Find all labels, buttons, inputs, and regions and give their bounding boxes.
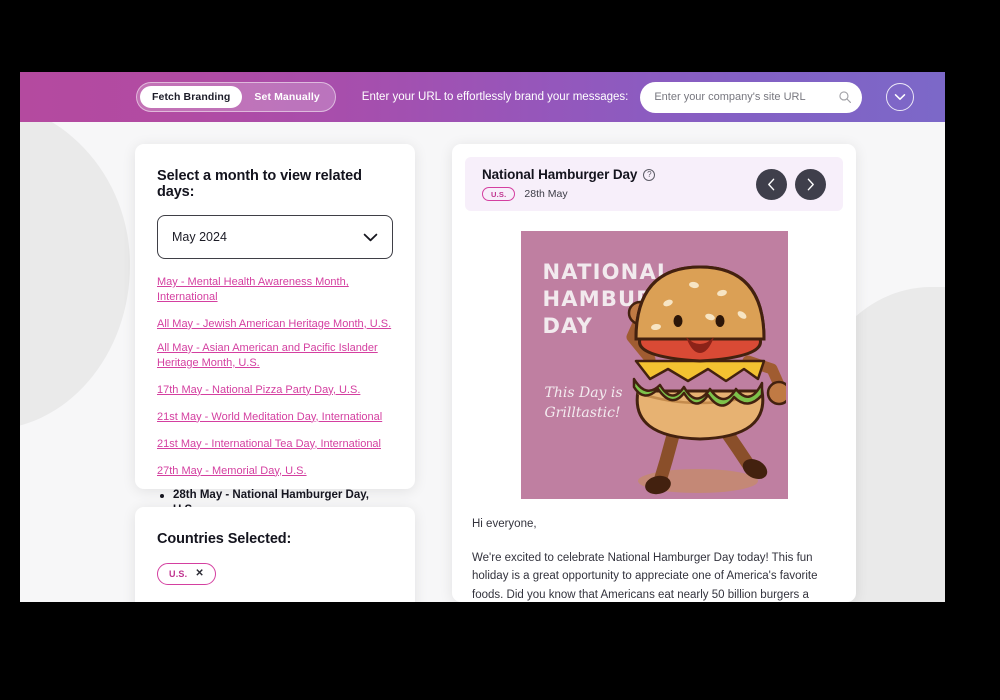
day-detail-panel: National Hamburger Day ? U.S. 28th May	[452, 144, 856, 602]
month-selector-panel: Select a month to view related days: May…	[135, 144, 415, 489]
app-viewport: Fetch Branding Set Manually Enter your U…	[20, 72, 945, 602]
month-select[interactable]: May 2024	[157, 215, 393, 259]
day-detail-title-row: National Hamburger Day ?	[482, 167, 756, 182]
hamburger-character-icon	[616, 241, 786, 499]
branding-prompt-text: Enter your URL to effortlessly brand you…	[362, 91, 629, 103]
chevron-down-icon	[894, 93, 906, 101]
day-link[interactable]: 21st May - World Meditation Day, Interna…	[157, 410, 382, 425]
day-navigation	[756, 169, 826, 200]
countries-selected-panel: Countries Selected: U.S. ✕	[135, 507, 415, 602]
day-illustration: NATIONALHAMBURGERDAY This Day isGrilltas…	[521, 231, 788, 499]
illustration-tagline: This Day isGrilltastic!	[545, 383, 623, 424]
list-item[interactable]: 21st May - World Meditation Day, Interna…	[157, 407, 393, 425]
next-day-button[interactable]	[795, 169, 826, 200]
previous-day-button[interactable]	[756, 169, 787, 200]
day-link[interactable]: All May - Asian American and Pacific Isl…	[157, 341, 393, 371]
country-chip-us[interactable]: U.S. ✕	[157, 563, 216, 585]
chevron-left-icon	[767, 178, 776, 191]
day-detail-date: 28th May	[524, 188, 567, 200]
collapse-toolbar-button[interactable]	[886, 83, 914, 111]
set-manually-button[interactable]: Set Manually	[242, 86, 331, 108]
related-days-list: May - Mental Health Awareness Month, Int…	[157, 275, 393, 519]
countries-panel-title: Countries Selected:	[157, 531, 393, 547]
close-icon[interactable]: ✕	[195, 569, 203, 579]
day-link[interactable]: May - Mental Health Awareness Month, Int…	[157, 275, 393, 305]
list-item[interactable]: All May - Asian American and Pacific Isl…	[157, 341, 393, 371]
month-panel-title: Select a month to view related days:	[157, 168, 393, 200]
list-item[interactable]: May - Mental Health Awareness Month, Int…	[157, 275, 393, 305]
day-link[interactable]: 17th May - National Pizza Party Day, U.S…	[157, 383, 360, 398]
bullet-icon	[160, 494, 164, 498]
list-item[interactable]: 17th May - National Pizza Party Day, U.S…	[157, 380, 393, 398]
branding-toolbar: Fetch Branding Set Manually Enter your U…	[20, 72, 945, 122]
day-link[interactable]: 27th May - Memorial Day, U.S.	[157, 464, 307, 479]
day-detail-header-text: National Hamburger Day ? U.S. 28th May	[482, 167, 756, 201]
chevron-right-icon	[806, 178, 815, 191]
search-icon[interactable]	[838, 90, 852, 104]
page-title: National Hamburger Day	[482, 167, 637, 182]
body-paragraph: We're excited to celebrate National Hamb…	[472, 549, 836, 602]
fetch-branding-button[interactable]: Fetch Branding	[140, 86, 242, 108]
list-item[interactable]: 27th May - Memorial Day, U.S.	[157, 461, 393, 479]
day-link[interactable]: 21st May - International Tea Day, Intern…	[157, 437, 381, 452]
question-mark-icon[interactable]: ?	[643, 169, 655, 181]
company-url-input[interactable]	[654, 91, 838, 103]
list-item[interactable]: 21st May - International Tea Day, Intern…	[157, 434, 393, 452]
day-detail-header: National Hamburger Day ? U.S. 28th May	[465, 157, 843, 211]
list-item[interactable]: All May - Jewish American Heritage Month…	[157, 314, 393, 332]
day-detail-meta-row: U.S. 28th May	[482, 187, 756, 201]
body-greeting: Hi everyone,	[472, 515, 836, 534]
day-body-copy: Hi everyone, We're excited to celebrate …	[472, 515, 836, 602]
company-url-field[interactable]	[640, 82, 862, 113]
chevron-down-icon	[363, 233, 378, 242]
main-content: Select a month to view related days: May…	[20, 122, 945, 602]
country-chip-label: U.S.	[169, 569, 187, 579]
branding-mode-toggle[interactable]: Fetch Branding Set Manually	[136, 82, 336, 112]
status-badge: U.S.	[482, 187, 515, 201]
day-link[interactable]: All May - Jewish American Heritage Month…	[157, 317, 391, 332]
month-select-value: May 2024	[172, 230, 227, 244]
